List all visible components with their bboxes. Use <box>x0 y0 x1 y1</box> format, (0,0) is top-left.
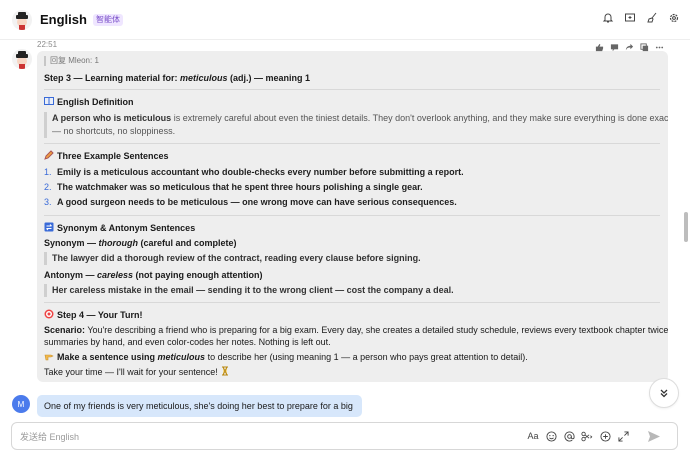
chevron-down-icon <box>660 389 668 398</box>
chat-scrollbar[interactable] <box>684 212 688 242</box>
list-item: 3. A good surgeon needs to be meticulous … <box>44 197 457 207</box>
bot-avatar-header[interactable] <box>12 9 32 30</box>
pointing-hand-icon <box>44 354 54 361</box>
new-chat-icon[interactable] <box>624 12 636 24</box>
user-avatar[interactable]: M <box>12 395 30 413</box>
synonym-heading: Synonym & Antonym Sentences <box>44 222 660 234</box>
synonym-quote: The lawyer did a thorough review of the … <box>44 252 660 265</box>
bot-avatar[interactable] <box>12 49 32 69</box>
broom-icon[interactable] <box>646 12 658 24</box>
emoji-icon[interactable] <box>545 430 557 442</box>
list-item: 1. Emily is a meticulous accountant who d… <box>44 167 464 177</box>
book-icon <box>44 97 54 105</box>
examples-list: 1. Emily is a meticulous accountant who d… <box>44 165 660 210</box>
like-icon[interactable] <box>594 42 604 52</box>
scenario-line-1: Scenario: You're describing a friend who… <box>44 325 668 335</box>
bell-icon[interactable] <box>602 12 614 24</box>
agent-tag: 智能体 <box>92 13 123 26</box>
copy-icon[interactable] <box>639 42 649 52</box>
hourglass-icon <box>222 366 229 376</box>
scroll-to-bottom-button[interactable] <box>649 378 679 408</box>
list-item: 2. The watchmaker was so meticulous that … <box>44 182 423 192</box>
mention-icon[interactable] <box>563 430 575 442</box>
closing-line: Take your time — I'll wait for your sent… <box>44 366 660 378</box>
antonym-quote: Her careless mistake in the email — send… <box>44 284 660 297</box>
antonym-line: Antonym — careless (not paying enough at… <box>44 270 263 280</box>
reply-reference[interactable]: 回复 Mleon: 1 <box>44 56 660 66</box>
message-timestamp: 22:51 <box>37 40 58 49</box>
divider <box>44 302 660 303</box>
task-line: Make a sentence using meticulous to desc… <box>44 351 660 363</box>
synonym-line: Synonym — thorough (careful and complete… <box>44 238 237 248</box>
examples-heading: Three Example Sentences <box>44 150 660 162</box>
comment-icon[interactable] <box>609 42 619 52</box>
divider <box>44 215 660 216</box>
scenario-line-2: summaries by hand, and even color-codes … <box>44 337 331 347</box>
step4-heading: Step 4 — Your Turn! <box>44 309 660 321</box>
scissors-icon[interactable] <box>581 430 593 442</box>
definition-quote: A person who is meticulous is extremely … <box>44 112 668 138</box>
swap-icon <box>44 222 54 232</box>
send-icon[interactable] <box>647 430 661 443</box>
chat-header: English 智能体 <box>0 0 690 40</box>
step3-heading: Step 3 — Learning material for: meticulo… <box>44 73 311 83</box>
divider <box>44 89 660 90</box>
message-input[interactable] <box>20 429 500 444</box>
share-icon[interactable] <box>624 42 634 52</box>
message-toolbar <box>594 42 664 52</box>
message-composer: Aa <box>11 422 678 450</box>
target-icon <box>44 309 54 319</box>
user-message-bubble: One of my friends is very meticulous, sh… <box>37 395 362 433</box>
expand-icon[interactable] <box>617 430 629 442</box>
settings-icon[interactable] <box>668 12 680 24</box>
bot-message-bubble: 回复 Mleon: 1 Step 3 — Learning material f… <box>37 51 668 382</box>
pencil-icon <box>44 150 54 160</box>
chat-title: English <box>40 12 87 27</box>
chat-area: 22:51 回复 Mleon: 1 Step 3 — Learning mate… <box>0 40 690 433</box>
plus-icon[interactable] <box>599 430 611 442</box>
more-icon[interactable] <box>654 42 664 52</box>
definition-heading: English Definition <box>44 96 660 108</box>
divider <box>44 143 660 144</box>
font-format-button[interactable]: Aa <box>527 430 539 442</box>
